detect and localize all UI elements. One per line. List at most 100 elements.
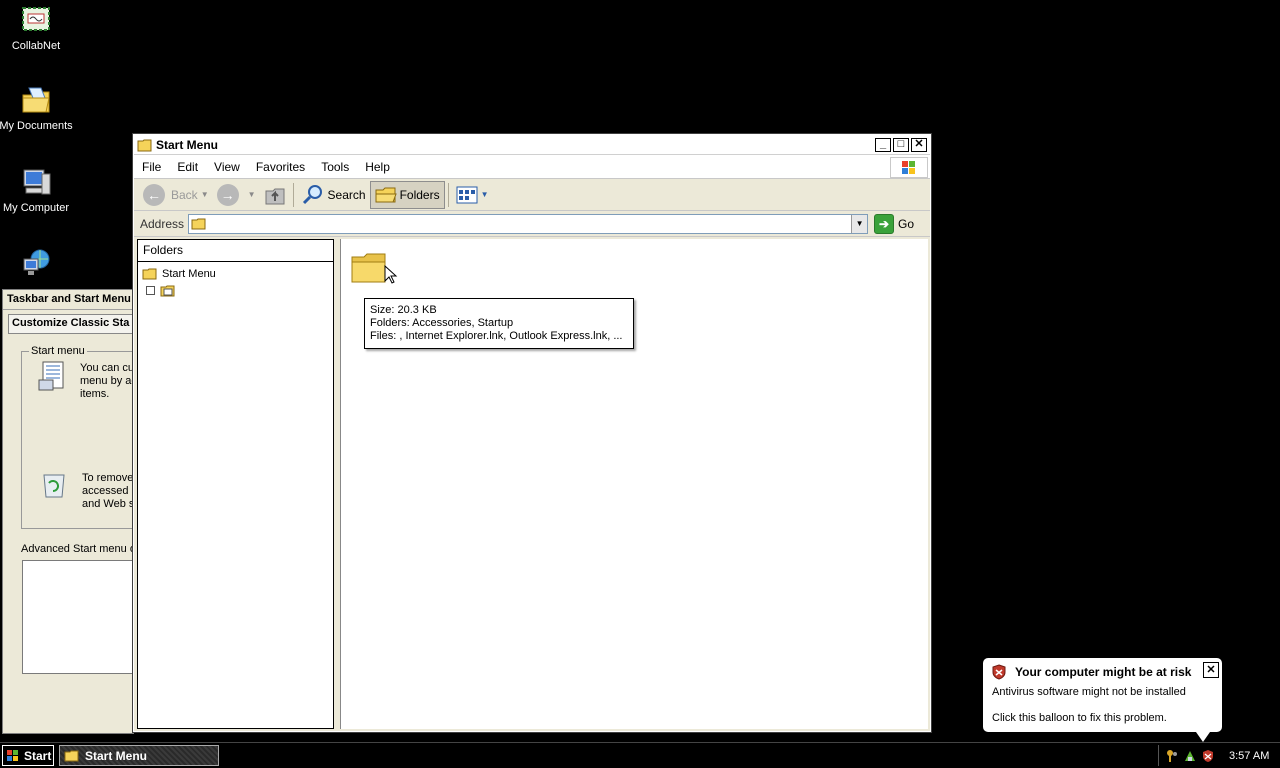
- chevron-down-icon[interactable]: ▼: [481, 190, 489, 199]
- back-arrow-icon: ←: [143, 183, 165, 206]
- taskbar-item-label: Start Menu: [85, 748, 148, 763]
- back-label: Back: [171, 187, 198, 202]
- search-label: Search: [327, 187, 366, 202]
- chevron-down-icon[interactable]: ▼: [201, 190, 209, 199]
- folders-button[interactable]: Folders: [369, 180, 445, 209]
- security-balloon[interactable]: Your computer might be at risk ✕ Antivir…: [982, 657, 1223, 742]
- menu-help[interactable]: Help: [357, 156, 398, 178]
- taskbar-start-menu-dialog: Taskbar and Start Menu Customize Classic…: [2, 289, 134, 734]
- address-input[interactable]: ▼: [188, 213, 869, 234]
- shield-tray-icon[interactable]: [1201, 749, 1215, 763]
- menu-bar: File Edit View Favorites Tools Help: [134, 155, 930, 179]
- tree-item-programs[interactable]: [146, 284, 176, 297]
- group-text-line: menu by ac: [80, 375, 134, 387]
- balloon-title-row: Your computer might be at risk: [992, 664, 1213, 680]
- up-folder-button[interactable]: [260, 181, 290, 209]
- menu-tools[interactable]: Tools: [313, 156, 357, 178]
- mouse-cursor-icon: [384, 264, 398, 288]
- title-bar[interactable]: Start Menu _ □ ✕: [134, 135, 930, 155]
- desktop-icon-my-computer[interactable]: My Computer: [0, 166, 74, 215]
- taskbar: Start Start Menu 3:57 AM: [0, 742, 1280, 768]
- menu-view[interactable]: View: [206, 156, 248, 178]
- menu-favorites[interactable]: Favorites: [248, 156, 313, 178]
- go-button[interactable]: ➔ Go: [874, 213, 915, 234]
- address-dropdown-button[interactable]: ▼: [851, 214, 868, 233]
- start-label: Start: [24, 748, 52, 763]
- group-text-line: items.: [80, 388, 110, 400]
- back-button[interactable]: ← Back ▼: [139, 181, 213, 209]
- folders-icon: [375, 187, 397, 202]
- my-documents-icon: [20, 84, 52, 116]
- balloon-title: Your computer might be at risk: [1015, 665, 1192, 679]
- network-tray-icon[interactable]: [1183, 749, 1197, 763]
- views-button[interactable]: ▼: [452, 181, 493, 209]
- chevron-down-icon[interactable]: ▼: [248, 190, 256, 199]
- menu-file[interactable]: File: [134, 156, 169, 178]
- balloon-line: Antivirus software might not be installe…: [992, 686, 1186, 698]
- address-label: Address: [140, 216, 185, 231]
- search-icon: [302, 184, 322, 204]
- window-title: Start Menu: [156, 137, 219, 152]
- folder-icon: [64, 750, 79, 762]
- desktop-icon-my-documents[interactable]: My Documents: [0, 84, 74, 133]
- dialog-subtitle: Customize Classic Sta: [8, 314, 133, 334]
- content-pane: Size: 20.3 KB Folders: Accessories, Star…: [340, 239, 928, 729]
- folder-icon: [137, 138, 153, 152]
- my-computer-icon: [20, 166, 52, 198]
- folder-tooltip: Size: 20.3 KB Folders: Accessories, Star…: [364, 298, 634, 349]
- forward-arrow-icon: →: [216, 183, 239, 206]
- balloon-tail: [1196, 732, 1210, 742]
- balloon-close-button[interactable]: ✕: [1203, 662, 1219, 678]
- toolbar-separator: [292, 182, 294, 207]
- tooltip-files: Files: , Internet Explorer.lnk, Outlook …: [370, 330, 623, 342]
- tree-item-label: Start Menu: [162, 267, 216, 280]
- dialog-title: Taskbar and Start Menu: [3, 290, 133, 310]
- advanced-start-menu-label: Advanced Start menu o: [21, 543, 134, 555]
- windows-flag-icon: [7, 750, 18, 761]
- folder-icon: [142, 268, 157, 280]
- network-icon: [20, 247, 52, 279]
- minimize-button[interactable]: _: [875, 137, 891, 152]
- system-tray: 3:57 AM: [1158, 745, 1278, 766]
- start-menu-settings-icon: [37, 360, 69, 395]
- advanced-options-list[interactable]: [22, 560, 133, 674]
- tooltip-size: Size: 20.3 KB: [370, 304, 437, 316]
- folders-pane-header: Folders: [138, 240, 333, 262]
- folder-icon: [351, 253, 386, 283]
- folder-item[interactable]: [350, 250, 388, 289]
- maximize-button[interactable]: □: [893, 137, 909, 152]
- desktop-icon-label: My Computer: [2, 202, 70, 214]
- forward-button[interactable]: → ▼: [213, 181, 260, 209]
- go-arrow-icon: ➔: [874, 213, 895, 234]
- desktop-icon-label: CollabNet: [11, 40, 61, 52]
- keys-tray-icon[interactable]: [1165, 749, 1179, 763]
- toolbar-separator: [447, 182, 449, 207]
- collabnet-icon: [20, 4, 52, 36]
- windows-logo-icon: [890, 157, 928, 178]
- tooltip-folders: Folders: Accessories, Startup: [370, 317, 514, 329]
- start-button[interactable]: Start: [2, 745, 54, 766]
- up-folder-icon: [265, 188, 285, 204]
- group-text-line: accessed c: [82, 485, 134, 497]
- expand-box-icon[interactable]: [146, 286, 155, 295]
- menu-edit[interactable]: Edit: [169, 156, 206, 178]
- desktop-icon-collabnet[interactable]: CollabNet: [0, 4, 74, 53]
- desktop-icon-network[interactable]: [0, 247, 74, 283]
- shield-icon: [992, 664, 1006, 680]
- taskbar-item-start-menu[interactable]: Start Menu: [59, 745, 219, 766]
- explorer-window: Start Menu _ □ ✕ File Edit View Favorite…: [132, 133, 932, 733]
- group-text-line: To remove: [82, 472, 134, 484]
- folders-label: Folders: [399, 187, 440, 202]
- toolbar: ← Back ▼ → ▼ Search Folders ▼: [134, 179, 930, 211]
- group-text-line: and Web s: [82, 498, 134, 510]
- tree-item-start-menu[interactable]: Start Menu: [142, 267, 216, 280]
- group-title: Start menu: [29, 345, 87, 357]
- search-button[interactable]: Search: [297, 181, 370, 209]
- folders-pane: Folders Start Menu: [137, 239, 334, 729]
- clock[interactable]: 3:57 AM: [1229, 750, 1269, 762]
- close-button[interactable]: ✕: [911, 137, 927, 152]
- folder-icon: [191, 217, 207, 230]
- desktop-icon-label: My Documents: [0, 120, 73, 132]
- group-text: To remove accessed c and Web s: [82, 472, 134, 511]
- go-label: Go: [898, 216, 915, 231]
